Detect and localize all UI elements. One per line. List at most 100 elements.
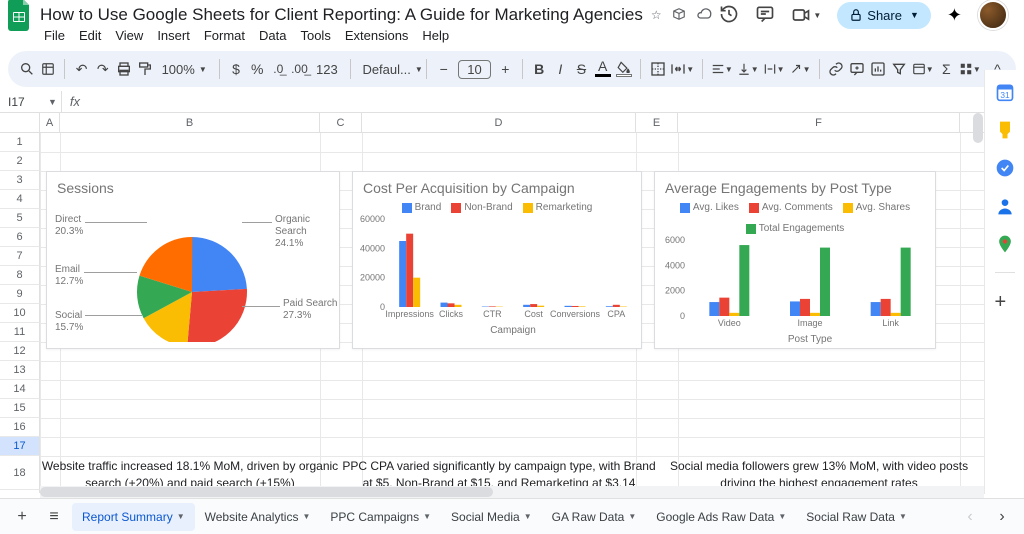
text-color-icon[interactable]: A <box>594 57 611 81</box>
maps-icon[interactable] <box>995 234 1015 254</box>
sheet-tab-ppc-campaigns[interactable]: PPC Campaigns▼ <box>320 503 441 531</box>
valign-icon[interactable]: ▼ <box>737 57 759 81</box>
sheet-tab-social-media[interactable]: Social Media▼ <box>441 503 542 531</box>
italic-icon[interactable]: I <box>552 57 569 81</box>
sheet-tab-ga-raw-data[interactable]: GA Raw Data▼ <box>542 503 647 531</box>
paint-format-icon[interactable] <box>136 57 153 81</box>
decrease-decimal-icon[interactable]: .0̲ <box>270 57 287 81</box>
row-header-18[interactable]: 18 <box>0 456 40 490</box>
functions-icon[interactable]: Σ <box>938 57 955 81</box>
col-header-E[interactable]: E <box>636 113 678 132</box>
menu-tools[interactable]: Tools <box>300 28 330 43</box>
row-header-11[interactable]: 11 <box>0 323 40 342</box>
row-header-14[interactable]: 14 <box>0 380 40 399</box>
sheet-tab-social-raw-data[interactable]: Social Raw Data▼ <box>796 503 917 531</box>
search-menu-icon[interactable] <box>18 57 35 81</box>
fill-color-icon[interactable] <box>615 57 632 81</box>
chart-engagement[interactable]: Average Engagements by Post TypeAvg. Lik… <box>654 171 936 349</box>
link-icon[interactable] <box>827 57 844 81</box>
chart-cpa[interactable]: Cost Per Acquisition by CampaignBrandNon… <box>352 171 642 349</box>
currency-icon[interactable]: $ <box>227 57 244 81</box>
halign-icon[interactable]: ▼ <box>711 57 733 81</box>
decrease-font-icon[interactable]: − <box>435 57 452 81</box>
grid-area[interactable]: ABCDEFG 12345678910111213141516171819202… <box>0 113 1024 493</box>
menu-help[interactable]: Help <box>422 28 449 43</box>
sheet-tab-google-ads-raw-data[interactable]: Google Ads Raw Data▼ <box>646 503 796 531</box>
increase-font-icon[interactable]: + <box>497 57 514 81</box>
filter-icon[interactable] <box>891 57 908 81</box>
number-format-icon[interactable]: 123 <box>312 62 342 77</box>
row-header-2[interactable]: 2 <box>0 152 40 171</box>
col-header-A[interactable]: A <box>40 113 60 132</box>
row-header-9[interactable]: 9 <box>0 285 40 304</box>
filter-views-icon[interactable]: ▼ <box>912 57 934 81</box>
row-header-16[interactable]: 16 <box>0 418 40 437</box>
row-header-12[interactable]: 12 <box>0 342 40 361</box>
percent-icon[interactable]: % <box>249 57 266 81</box>
select-all-corner[interactable] <box>0 113 40 132</box>
merge-icon[interactable]: ▼ <box>670 57 694 81</box>
menu-format[interactable]: Format <box>204 28 245 43</box>
keep-icon[interactable] <box>995 120 1015 140</box>
star-icon[interactable]: ☆ <box>651 8 662 22</box>
account-avatar[interactable] <box>978 0 1008 30</box>
insert-comment-icon[interactable] <box>848 57 865 81</box>
row-header-7[interactable]: 7 <box>0 247 40 266</box>
meet-icon[interactable]: ▼ <box>791 5 821 25</box>
name-box[interactable]: I17 <box>0 95 44 109</box>
row-header-5[interactable]: 5 <box>0 209 40 228</box>
bold-icon[interactable]: B <box>531 57 548 81</box>
insert-chart-icon[interactable] <box>870 57 887 81</box>
row-header-13[interactable]: 13 <box>0 361 40 380</box>
scroll-tabs-left-icon[interactable]: ‹ <box>956 503 984 531</box>
undo-icon[interactable]: ↶ <box>73 57 90 81</box>
wrap-icon[interactable]: ▼ <box>763 57 785 81</box>
chart-sessions[interactable]: SessionsOrganic Search24.1%Paid Search27… <box>46 171 340 349</box>
rotate-icon[interactable]: ▼ <box>789 57 811 81</box>
sheets-logo[interactable] <box>8 0 32 31</box>
strike-icon[interactable]: S <box>573 57 590 81</box>
name-box-dropdown-icon[interactable]: ▼ <box>44 97 61 107</box>
doc-title[interactable]: How to Use Google Sheets for Client Repo… <box>40 5 643 25</box>
sheets-menu-icon[interactable] <box>39 57 56 81</box>
redo-icon[interactable]: ↷ <box>94 57 111 81</box>
contacts-icon[interactable] <box>995 196 1015 216</box>
menu-data[interactable]: Data <box>259 28 286 43</box>
col-header-C[interactable]: C <box>320 113 362 132</box>
menu-insert[interactable]: Insert <box>157 28 190 43</box>
increase-decimal-icon[interactable]: .00̲ <box>291 57 308 81</box>
row-header-19[interactable]: 19 <box>0 490 40 493</box>
menu-edit[interactable]: Edit <box>79 28 101 43</box>
col-header-F[interactable]: F <box>678 113 960 132</box>
sheet-tab-website-analytics[interactable]: Website Analytics▼ <box>195 503 321 531</box>
move-icon[interactable] <box>672 7 686 24</box>
font-family-select[interactable]: Defaul...▼ <box>358 62 418 77</box>
sheet-tab-report-summary[interactable]: Report Summary▼ <box>72 503 195 531</box>
row-header-8[interactable]: 8 <box>0 266 40 285</box>
tasks-icon[interactable] <box>995 158 1015 178</box>
row-header-10[interactable]: 10 <box>0 304 40 323</box>
print-icon[interactable] <box>115 57 132 81</box>
history-icon[interactable] <box>719 4 739 27</box>
borders-icon[interactable] <box>649 57 666 81</box>
scroll-tabs-right-icon[interactable]: › <box>988 503 1016 531</box>
gemini-icon[interactable]: ✦ <box>947 5 962 26</box>
row-header-3[interactable]: 3 <box>0 171 40 190</box>
font-size-input[interactable]: 10 <box>458 60 490 79</box>
row-header-6[interactable]: 6 <box>0 228 40 247</box>
add-sheet-button[interactable]: + <box>8 503 36 531</box>
share-button[interactable]: Share ▼ <box>837 2 931 29</box>
menu-view[interactable]: View <box>115 28 143 43</box>
all-sheets-button[interactable]: ≡ <box>40 503 68 531</box>
vertical-scrollbar[interactable] <box>972 113 984 493</box>
col-header-D[interactable]: D <box>362 113 636 132</box>
menu-file[interactable]: File <box>44 28 65 43</box>
row-header-17[interactable]: 17 <box>0 437 40 456</box>
row-header-4[interactable]: 4 <box>0 190 40 209</box>
cloud-icon[interactable] <box>696 6 712 25</box>
horizontal-scrollbar[interactable] <box>40 486 984 498</box>
get-addons-icon[interactable]: + <box>995 291 1015 311</box>
comment-icon[interactable] <box>755 4 775 27</box>
menu-extensions[interactable]: Extensions <box>345 28 409 43</box>
row-header-15[interactable]: 15 <box>0 399 40 418</box>
